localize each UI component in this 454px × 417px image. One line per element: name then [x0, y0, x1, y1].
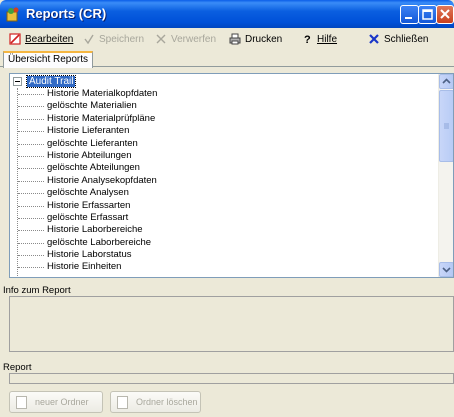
window-title: Reports (CR)	[26, 6, 107, 21]
reports-window: Reports (CR) Bearbeiten Speichern Verwer…	[0, 0, 454, 417]
info-label: Info zum Report	[3, 285, 71, 296]
app-icon	[5, 6, 21, 22]
tree-item[interactable]: gelöschte Abteilungen	[10, 162, 157, 174]
tree-item[interactable]: Historie Materialkopfdaten	[10, 88, 157, 100]
tree-item[interactable]: gelöschte Analysen	[10, 187, 157, 199]
close-button[interactable]: Schließen	[368, 31, 428, 47]
tree-item[interactable]: Historie Analysekopfdaten	[10, 175, 157, 187]
toolbar: Bearbeiten Speichern Verwerfen Drucken ?…	[0, 28, 454, 49]
close-window-button[interactable]	[436, 5, 454, 24]
scroll-thumb[interactable]	[439, 90, 453, 162]
tree-item[interactable]: gelöschte Lieferanten	[10, 138, 157, 150]
tab-uebersicht-reports[interactable]: Übersicht Reports	[3, 51, 94, 68]
tree-item[interactable]: Historie Erfassarten	[10, 200, 157, 212]
tree-items: Historie Materialkopfdaten gelöschte Mat…	[10, 88, 157, 274]
close-label: Schließen	[384, 33, 429, 45]
help-label: Hilfe	[317, 33, 338, 45]
tree-item[interactable]: Historie Laborbereiche	[10, 224, 157, 236]
close-icon	[368, 33, 380, 45]
collapse-icon[interactable]	[13, 77, 22, 86]
delete-folder-label: Ordner löschen	[136, 397, 198, 407]
svg-text:?: ?	[304, 34, 311, 45]
tree-item[interactable]: gelöschte Materialien	[10, 100, 157, 112]
tree-item[interactable]: gelöschte Laborbereiche	[10, 237, 157, 249]
scroll-up-button[interactable]	[439, 74, 453, 89]
report-field	[9, 373, 454, 384]
delete-folder-button[interactable]: Ordner löschen	[110, 391, 201, 413]
minimize-button[interactable]	[400, 5, 419, 24]
tree-item[interactable]: gelöschte Erfassart	[10, 212, 157, 224]
tree-item[interactable]: Historie Laborstatus	[10, 249, 157, 261]
tree-item[interactable]: Historie Abteilungen	[10, 150, 157, 162]
tree-root-label[interactable]: Audit Trail	[25, 75, 77, 88]
maximize-button[interactable]	[418, 5, 437, 24]
discard-icon	[155, 33, 167, 45]
edit-label: Bearbeiten	[25, 33, 74, 45]
discard-button[interactable]: Verwerfen	[155, 31, 216, 47]
title-bar[interactable]: Reports (CR)	[0, 0, 454, 28]
scroll-down-button[interactable]	[439, 262, 453, 277]
save-label: Speichern	[99, 33, 145, 45]
info-text-area	[9, 296, 454, 352]
tree-item[interactable]: Historie Einheiten	[10, 261, 157, 273]
new-folder-label: neuer Ordner	[35, 397, 89, 407]
document-icon	[16, 395, 27, 409]
checkmark-icon	[83, 33, 95, 45]
save-button[interactable]: Speichern	[83, 31, 144, 47]
discard-label: Verwerfen	[171, 33, 217, 45]
tab-bar: Übersicht Reports	[0, 49, 454, 68]
help-icon: ?	[301, 33, 313, 46]
tree-scrollbar[interactable]	[438, 74, 453, 277]
tree-root[interactable]: Audit Trail	[13, 75, 77, 88]
report-tree[interactable]: Audit Trail Historie Materialkopfdaten g…	[9, 73, 454, 278]
print-button[interactable]: Drucken	[229, 31, 282, 47]
help-button[interactable]: ? Hilfe	[301, 31, 337, 47]
tree-item[interactable]: Historie Materialprüfpläne	[10, 113, 157, 125]
edit-icon	[9, 33, 21, 45]
edit-button[interactable]: Bearbeiten	[9, 31, 73, 47]
print-label: Drucken	[245, 33, 283, 45]
document-icon	[117, 395, 128, 409]
report-label: Report	[3, 362, 32, 373]
tree-item[interactable]: Historie Lieferanten	[10, 125, 157, 137]
new-folder-button[interactable]: neuer Ordner	[9, 391, 103, 413]
printer-icon	[229, 33, 241, 45]
